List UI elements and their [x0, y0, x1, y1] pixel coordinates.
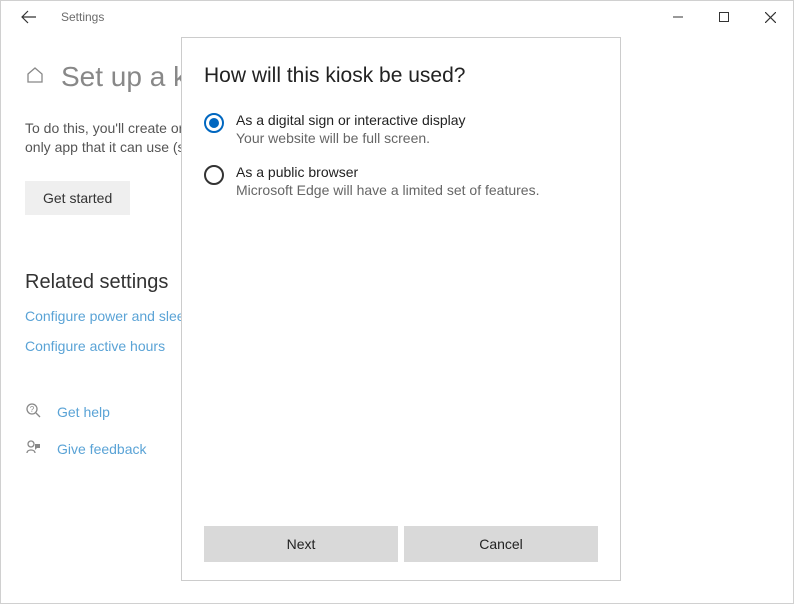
arrow-left-icon [21, 9, 37, 25]
radio-dot [209, 118, 219, 128]
settings-window: Settings Set up a kiosk To do this, you'… [0, 0, 794, 604]
window-controls [655, 1, 793, 33]
svg-text:?: ? [30, 405, 35, 414]
get-help-link: Get help [57, 404, 110, 420]
radio-label: As a public browser [236, 164, 539, 180]
back-button[interactable] [17, 5, 41, 29]
cancel-button[interactable]: Cancel [404, 526, 598, 562]
help-icon: ? [25, 402, 43, 423]
radio-indicator-selected [204, 113, 224, 133]
window-title: Settings [61, 10, 104, 24]
feedback-icon [25, 439, 43, 460]
maximize-button[interactable] [701, 1, 747, 33]
radio-label: As a digital sign or interactive display [236, 112, 466, 128]
minimize-icon [673, 12, 683, 22]
next-button[interactable]: Next [204, 526, 398, 562]
minimize-button[interactable] [655, 1, 701, 33]
radio-text: As a digital sign or interactive display… [236, 112, 466, 146]
kiosk-usage-dialog: How will this kiosk be used? As a digita… [181, 37, 621, 581]
titlebar: Settings [1, 1, 793, 33]
close-icon [765, 12, 776, 23]
dialog-title: How will this kiosk be used? [204, 64, 598, 88]
maximize-icon [719, 12, 729, 22]
radio-indicator [204, 165, 224, 185]
radio-text: As a public browser Microsoft Edge will … [236, 164, 539, 198]
home-icon [25, 65, 45, 90]
radio-group: As a digital sign or interactive display… [204, 112, 598, 216]
radio-description: Your website will be full screen. [236, 130, 466, 146]
radio-public-browser[interactable]: As a public browser Microsoft Edge will … [204, 164, 598, 198]
radio-description: Microsoft Edge will have a limited set o… [236, 182, 539, 198]
radio-digital-sign[interactable]: As a digital sign or interactive display… [204, 112, 598, 146]
get-started-button[interactable]: Get started [25, 181, 130, 215]
dialog-buttons: Next Cancel [204, 526, 598, 562]
feedback-link: Give feedback [57, 441, 147, 457]
close-button[interactable] [747, 1, 793, 33]
